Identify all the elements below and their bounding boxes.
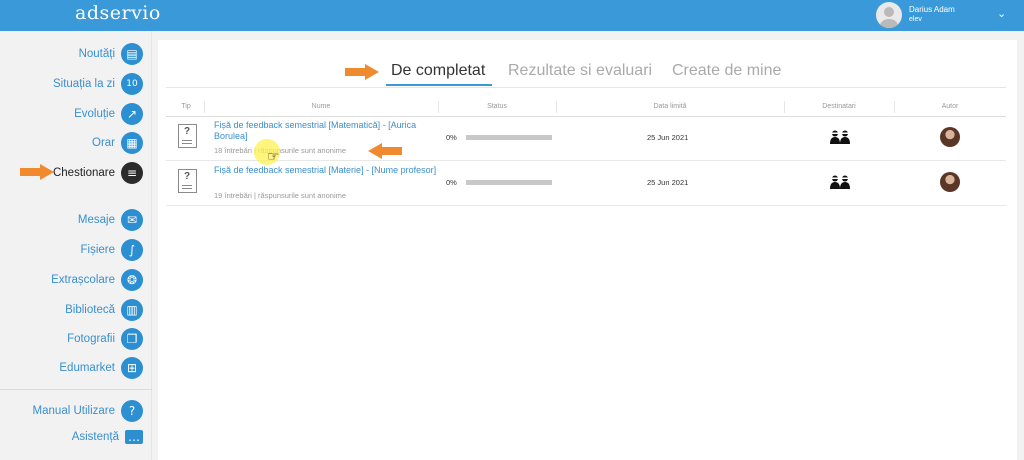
sidebar: Noutăți ▤ Situația la zi 10 Evoluție ↗ O… [0, 31, 152, 460]
column-header-nume: Nume [311, 103, 331, 110]
status-progress-bar [466, 180, 552, 185]
active-tab-underline [386, 84, 492, 86]
user-avatar-icon [876, 2, 902, 28]
sidebar-item-edumarket[interactable]: Edumarket ⊞ [59, 356, 143, 380]
column-header-status: Status [487, 103, 507, 110]
deadline-date: 25 Jun 2021 [647, 133, 689, 142]
deadline-date: 25 Jun 2021 [647, 178, 689, 187]
column-header-data-limita: Data limită [653, 103, 687, 110]
sidebar-item-orar[interactable]: Orar ▦ [92, 131, 143, 155]
author-avatar[interactable] [940, 127, 960, 147]
author-avatar[interactable] [940, 172, 960, 192]
annotation-arrow-icon [345, 64, 379, 80]
cart-icon: ⊞ [121, 357, 143, 379]
questionnaire-icon: ? [178, 124, 197, 148]
book-icon: ▥ [121, 299, 143, 321]
column-header-destinatari: Destinatari [822, 103, 856, 110]
trend-icon: ↗ [121, 103, 143, 125]
sidebar-item-manual-utilizare[interactable]: Manual Utilizare ? [33, 399, 143, 423]
calendar-icon: ▦ [121, 132, 143, 154]
recipients-group-icon [830, 130, 850, 144]
questionnaire-subtitle: 18 întrebări | răspunsurile sunt anonime [214, 146, 347, 155]
activities-icon: ❂ [121, 269, 143, 291]
sidebar-item-biblioteca[interactable]: Bibliotecă ▥ [65, 298, 143, 322]
sidebar-item-mesaje[interactable]: Mesaje ✉ [78, 208, 143, 232]
column-header-autor: Autor [941, 103, 959, 110]
main-content: De completat Rezultate si evaluari Creat… [158, 40, 1017, 460]
questionnaire-subtitle: 19 întrebări | răspunsurile sunt anonime [214, 191, 347, 200]
annotation-arrow-left-icon [368, 143, 402, 159]
tab-rezultate-si-evaluari[interactable]: Rezultate si evaluari [508, 62, 652, 80]
recipients-group-icon [830, 175, 850, 189]
sidebar-item-situatia-la-zi[interactable]: Situația la zi 10 [53, 72, 143, 96]
hand-cursor-icon: ☞ [267, 149, 280, 165]
user-name: Darius Adam [909, 5, 955, 14]
sidebar-item-fisiere[interactable]: Fișiere ∫ [80, 238, 143, 262]
questionnaire-title-link[interactable]: Fișă de feedback semestrial [Matematică]… [214, 120, 439, 142]
photos-icon: ❐ [121, 328, 143, 350]
tabs-divider [166, 87, 1006, 88]
column-header-tip: Tip [181, 103, 191, 110]
table-row: ? Fișă de feedback semestrial [Materie] … [166, 162, 1006, 206]
mail-icon: ✉ [121, 209, 143, 231]
tab-bar: De completat Rezultate si evaluari Creat… [158, 62, 1017, 86]
tab-create-de-mine[interactable]: Create de mine [672, 62, 781, 80]
status-percent: 0% [446, 178, 457, 187]
sidebar-divider [0, 389, 152, 390]
app-logo[interactable]: adservio [75, 2, 161, 24]
sidebar-item-chestionare[interactable]: Chestionare ≡ [53, 161, 143, 185]
paperclip-icon: ∫ [121, 239, 143, 261]
status-progress-bar [466, 135, 552, 140]
top-bar: adservio Darius Adam elev ⌄ [0, 0, 1024, 31]
questionnaire-title-link[interactable]: Fișă de feedback semestrial [Materie] - … [214, 165, 439, 176]
user-menu[interactable]: Darius Adam elev [876, 2, 955, 28]
tab-de-completat[interactable]: De completat [391, 62, 485, 80]
survey-icon: ≡ [121, 162, 143, 184]
questionnaire-icon: ? [178, 169, 197, 193]
help-icon: ? [121, 400, 143, 422]
news-icon: ▤ [121, 43, 143, 65]
sidebar-item-extrascolare[interactable]: Extrașcolare ❂ [51, 268, 143, 292]
status-percent: 0% [446, 133, 457, 142]
sidebar-item-evolutie[interactable]: Evoluție ↗ [74, 102, 143, 126]
annotation-arrow-icon [20, 164, 54, 180]
chat-icon: … [125, 430, 143, 444]
grades-icon: 10 [121, 73, 143, 95]
sidebar-item-asistenta[interactable]: Asistență … [72, 425, 143, 449]
table-row: ? Fișă de feedback semestrial [Matematic… [166, 117, 1006, 161]
user-role: elev [909, 16, 922, 23]
sidebar-item-fotografii[interactable]: Fotografii ❐ [67, 327, 143, 351]
chevron-down-icon[interactable]: ⌄ [997, 7, 1006, 20]
sidebar-item-noutati[interactable]: Noutăți ▤ [79, 42, 143, 66]
